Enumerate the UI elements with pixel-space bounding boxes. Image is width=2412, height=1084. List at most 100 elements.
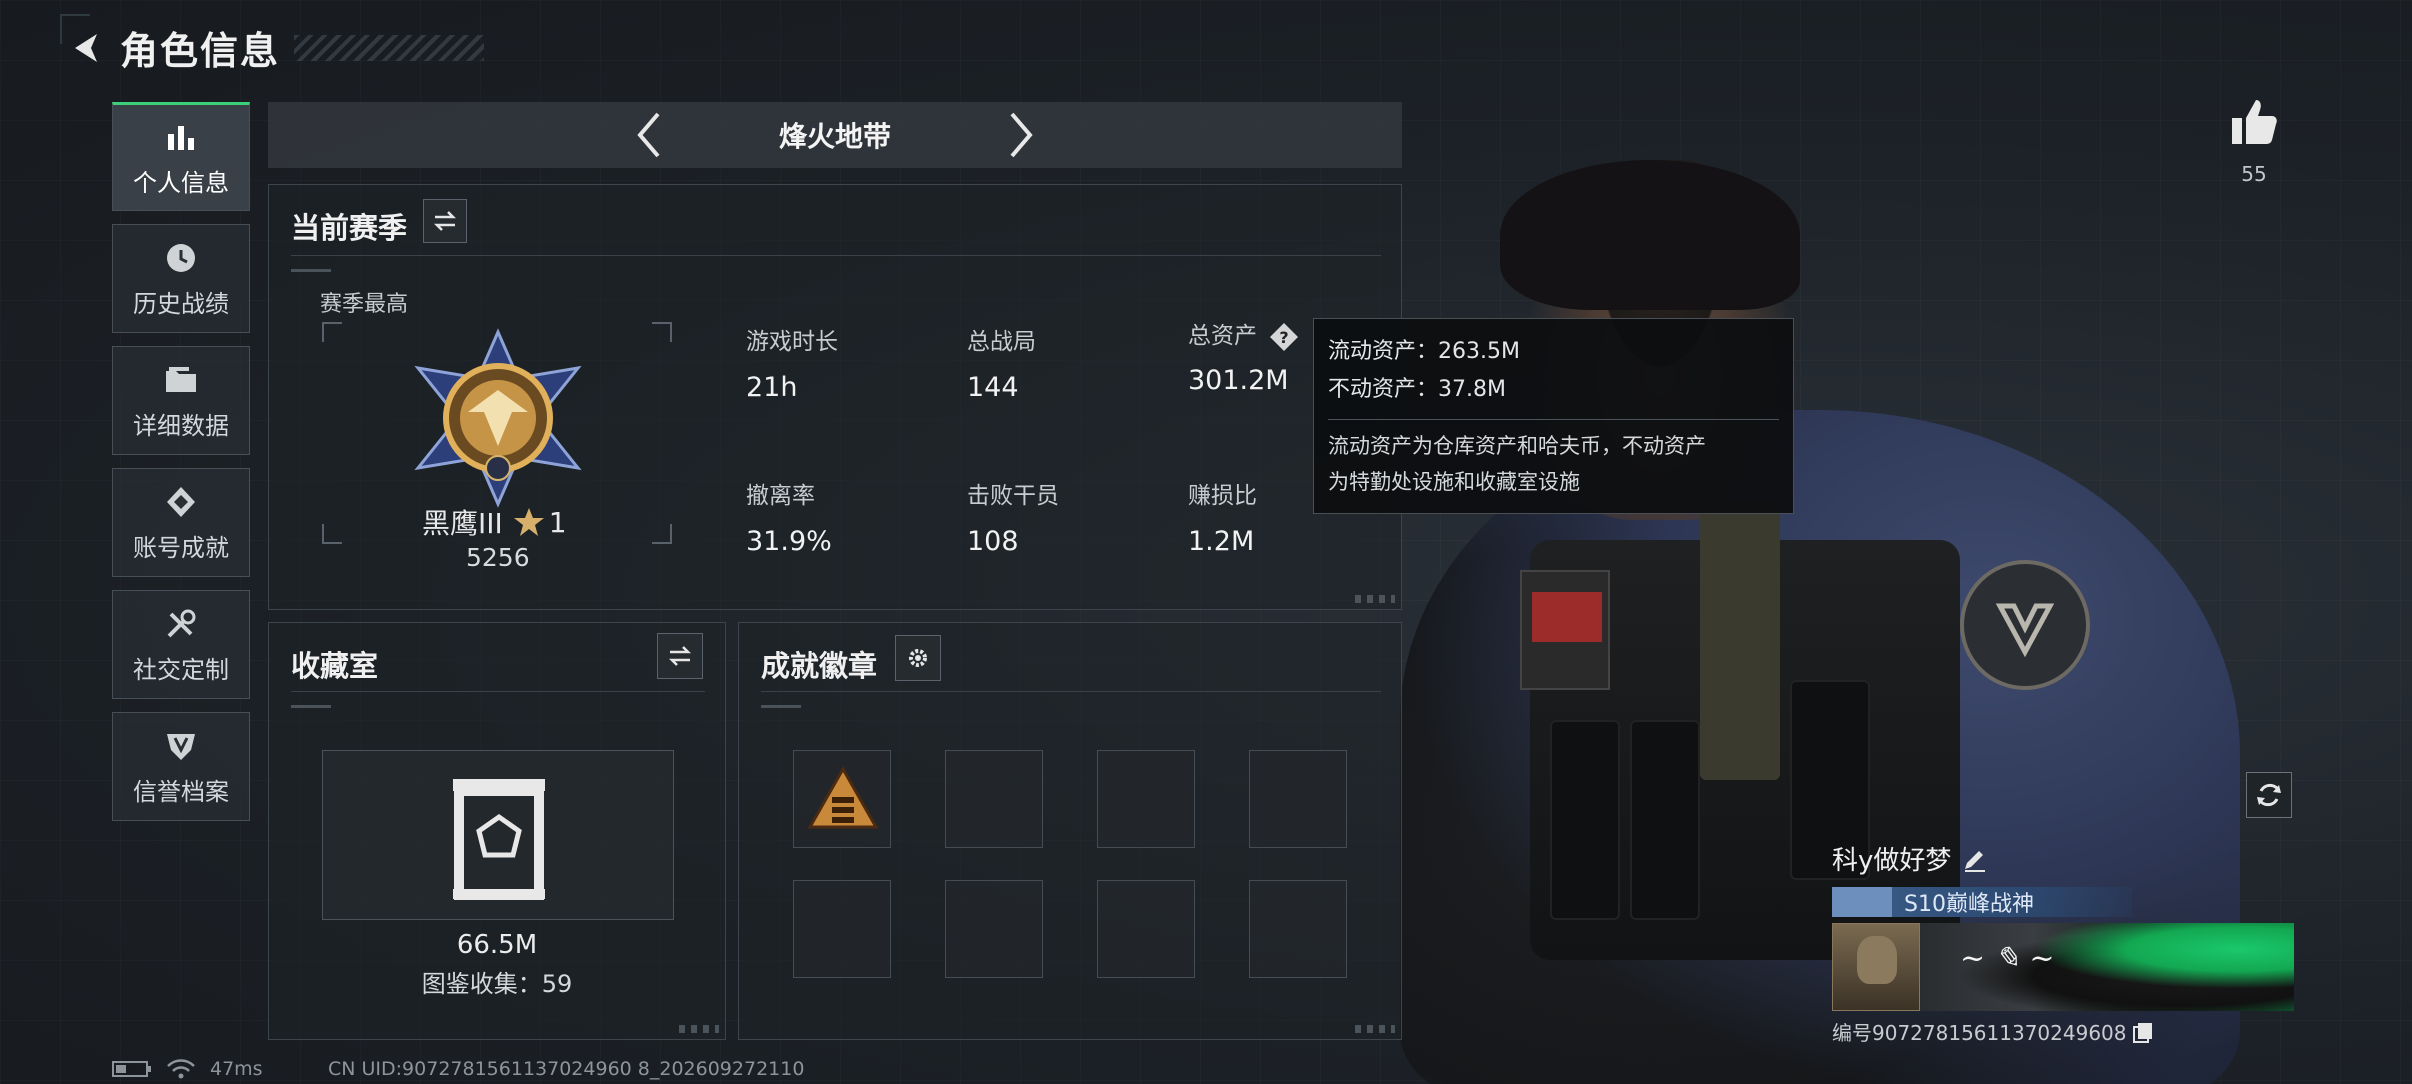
player-name-row: 科y做好梦 (1832, 840, 2294, 877)
stat-value: 1.2M (1188, 526, 1255, 557)
character-device (1520, 570, 1610, 690)
edit-icon[interactable] (1961, 845, 1989, 873)
stat-label: 总战局 (967, 329, 1036, 355)
battery-icon (112, 1061, 151, 1077)
badge-slot[interactable] (1097, 750, 1195, 848)
chevron-right-icon (1010, 112, 1033, 158)
player-id-row: 编号9072781561137024960​8 (1832, 1017, 2294, 1046)
badge-slot[interactable] (1249, 880, 1347, 978)
help-icon[interactable]: ? (1268, 321, 1300, 353)
like-count: 55 (2241, 162, 2267, 186)
sidebar-item-personal-info[interactable]: 个人信息 (112, 102, 250, 211)
rotate-character-button[interactable] (2246, 772, 2292, 818)
back-arrow-icon (75, 33, 97, 62)
folder-icon (161, 360, 201, 400)
character-radio (1700, 500, 1780, 780)
vest-pouch (1550, 720, 1620, 920)
rotate-icon (2257, 783, 2281, 807)
avatar[interactable] (1832, 923, 1920, 1011)
player-name: 科y做好梦 (1832, 846, 1952, 876)
signature-graphic: ~ ✎ ~ (1960, 941, 2055, 976)
sidebar-item-label: 历史战绩 (133, 290, 229, 318)
stat-label: 击败干员 (967, 483, 1059, 509)
stat-label: 总资产 (1188, 323, 1257, 349)
achievement-icon (161, 482, 201, 522)
badge-slot[interactable] (945, 880, 1043, 978)
badge-slot[interactable] (1249, 750, 1347, 848)
sidebar-item-label: 详细数据 (133, 412, 229, 440)
collection-count: 图鉴收集：59 (421, 970, 573, 998)
stat-label-row: 总资产 ? (1188, 316, 1300, 353)
corner-decoration (1355, 1025, 1395, 1033)
badge-slot[interactable] (793, 750, 891, 848)
copy-icon[interactable] (2131, 1020, 2155, 1044)
gear-icon (909, 649, 927, 667)
badge-slot[interactable] (793, 880, 891, 978)
banner-art: ~ ✎ ~ (1920, 923, 2294, 1011)
sidebar-item-history[interactable]: 历史战绩 (112, 224, 250, 333)
player-id: 编号9072781561137024960​8 (1832, 1021, 2127, 1045)
assets-tooltip: 流动资产：263.5M 不动资产：37.8M 流动资产为仓库资产和哈夫币，不动资… (1313, 318, 1794, 514)
collection-value: 66.5M (456, 930, 538, 960)
stat-extract-rate: 撤离率 31.9% (746, 476, 832, 557)
back-button[interactable] (62, 23, 112, 73)
ping-text: 47ms (210, 1058, 263, 1080)
character-hair (1500, 160, 1800, 310)
sidebar-item-label: 信誉档案 (133, 778, 229, 806)
corner-decoration (1355, 595, 1395, 603)
stat-value: 301.2M (1188, 364, 1289, 396)
tooltip-liquid-assets: 流动资产：263.5M (1328, 339, 1520, 364)
svg-text:?: ? (1280, 328, 1289, 347)
tooltip-divider (1328, 419, 1779, 420)
player-title-bar[interactable]: S10巅峰战神 (1832, 887, 2132, 917)
stat-total-assets: 总资产 ? 301.2M (1188, 316, 1300, 396)
vest-pouch (1630, 720, 1700, 920)
shoulder-patch (1960, 560, 2090, 690)
badges-settings-button[interactable] (895, 635, 941, 681)
badge-slot[interactable] (1097, 880, 1195, 978)
sidebar-item-detailed-data[interactable]: 详细数据 (112, 346, 250, 455)
tooltip-desc-line1: 流动资产为仓库资产和哈夫币，不动资产 (1328, 434, 1706, 458)
divider-dash (761, 705, 801, 708)
sidebar-item-social-custom[interactable]: 社交定制 (112, 590, 250, 699)
like-button[interactable] (2228, 96, 2280, 148)
stat-label: 撤离率 (746, 483, 815, 509)
mode-next-button[interactable] (1001, 102, 1041, 168)
stat-kills: 击败干员 108 (967, 476, 1059, 557)
stat-value: 21h (746, 372, 798, 403)
badge-slot[interactable] (945, 750, 1043, 848)
tooltip-desc-line2: 为特勤处设施和收藏室设施 (1328, 470, 1580, 494)
tools-icon (161, 604, 201, 644)
thumbs-up-icon (2232, 100, 2277, 144)
stat-value: 144 (967, 372, 1019, 403)
badges-title: 成就徽章 (761, 649, 878, 683)
bar-chart-icon (161, 117, 201, 157)
status-bar: 47ms (112, 1058, 263, 1080)
tooltip-fixed-assets: 不动资产：37.8M (1328, 377, 1506, 402)
sidebar-item-reputation[interactable]: 信誉档案 (112, 712, 250, 821)
mode-name: 烽火地带 (778, 120, 891, 153)
player-card: 科y做好梦 S10巅峰战神 ~ ✎ ~ 编号907278156113702496… (1832, 840, 2294, 1046)
stat-profit-ratio: 赚损比 1.2M (1188, 476, 1257, 557)
player-title: S10巅峰战神 (1904, 892, 2034, 917)
collection-text-wrap: 66.5M 图鉴收集：59 (268, 0, 726, 1084)
wifi-icon (167, 1059, 195, 1079)
stat-value: 31.9% (746, 526, 832, 557)
sidebar-item-label: 个人信息 (133, 169, 229, 197)
sidebar: 个人信息 历史战绩 详细数据 账号成就 社交定制 信誉档案 (112, 102, 250, 834)
history-clock-icon (161, 238, 201, 278)
uid-text: CN UID:9072781561137024960 8_20260927211… (328, 1058, 805, 1080)
reputation-icon (161, 726, 201, 766)
sidebar-item-achievements[interactable]: 账号成就 (112, 468, 250, 577)
stat-label: 游戏时长 (746, 329, 838, 355)
sidebar-item-label: 社交定制 (133, 656, 229, 684)
sidebar-item-label: 账号成就 (133, 534, 229, 562)
stat-total-matches: 总战局 144 (967, 322, 1036, 403)
pyramid-badge-icon (807, 765, 879, 829)
player-banner[interactable]: ~ ✎ ~ (1832, 923, 2294, 1011)
stat-playtime: 游戏时长 21h (746, 322, 838, 403)
divider (761, 691, 1381, 692)
page-title: 角色信息 (120, 29, 281, 73)
title-emblem-icon (1832, 887, 1892, 917)
stat-label: 赚损比 (1188, 483, 1257, 509)
